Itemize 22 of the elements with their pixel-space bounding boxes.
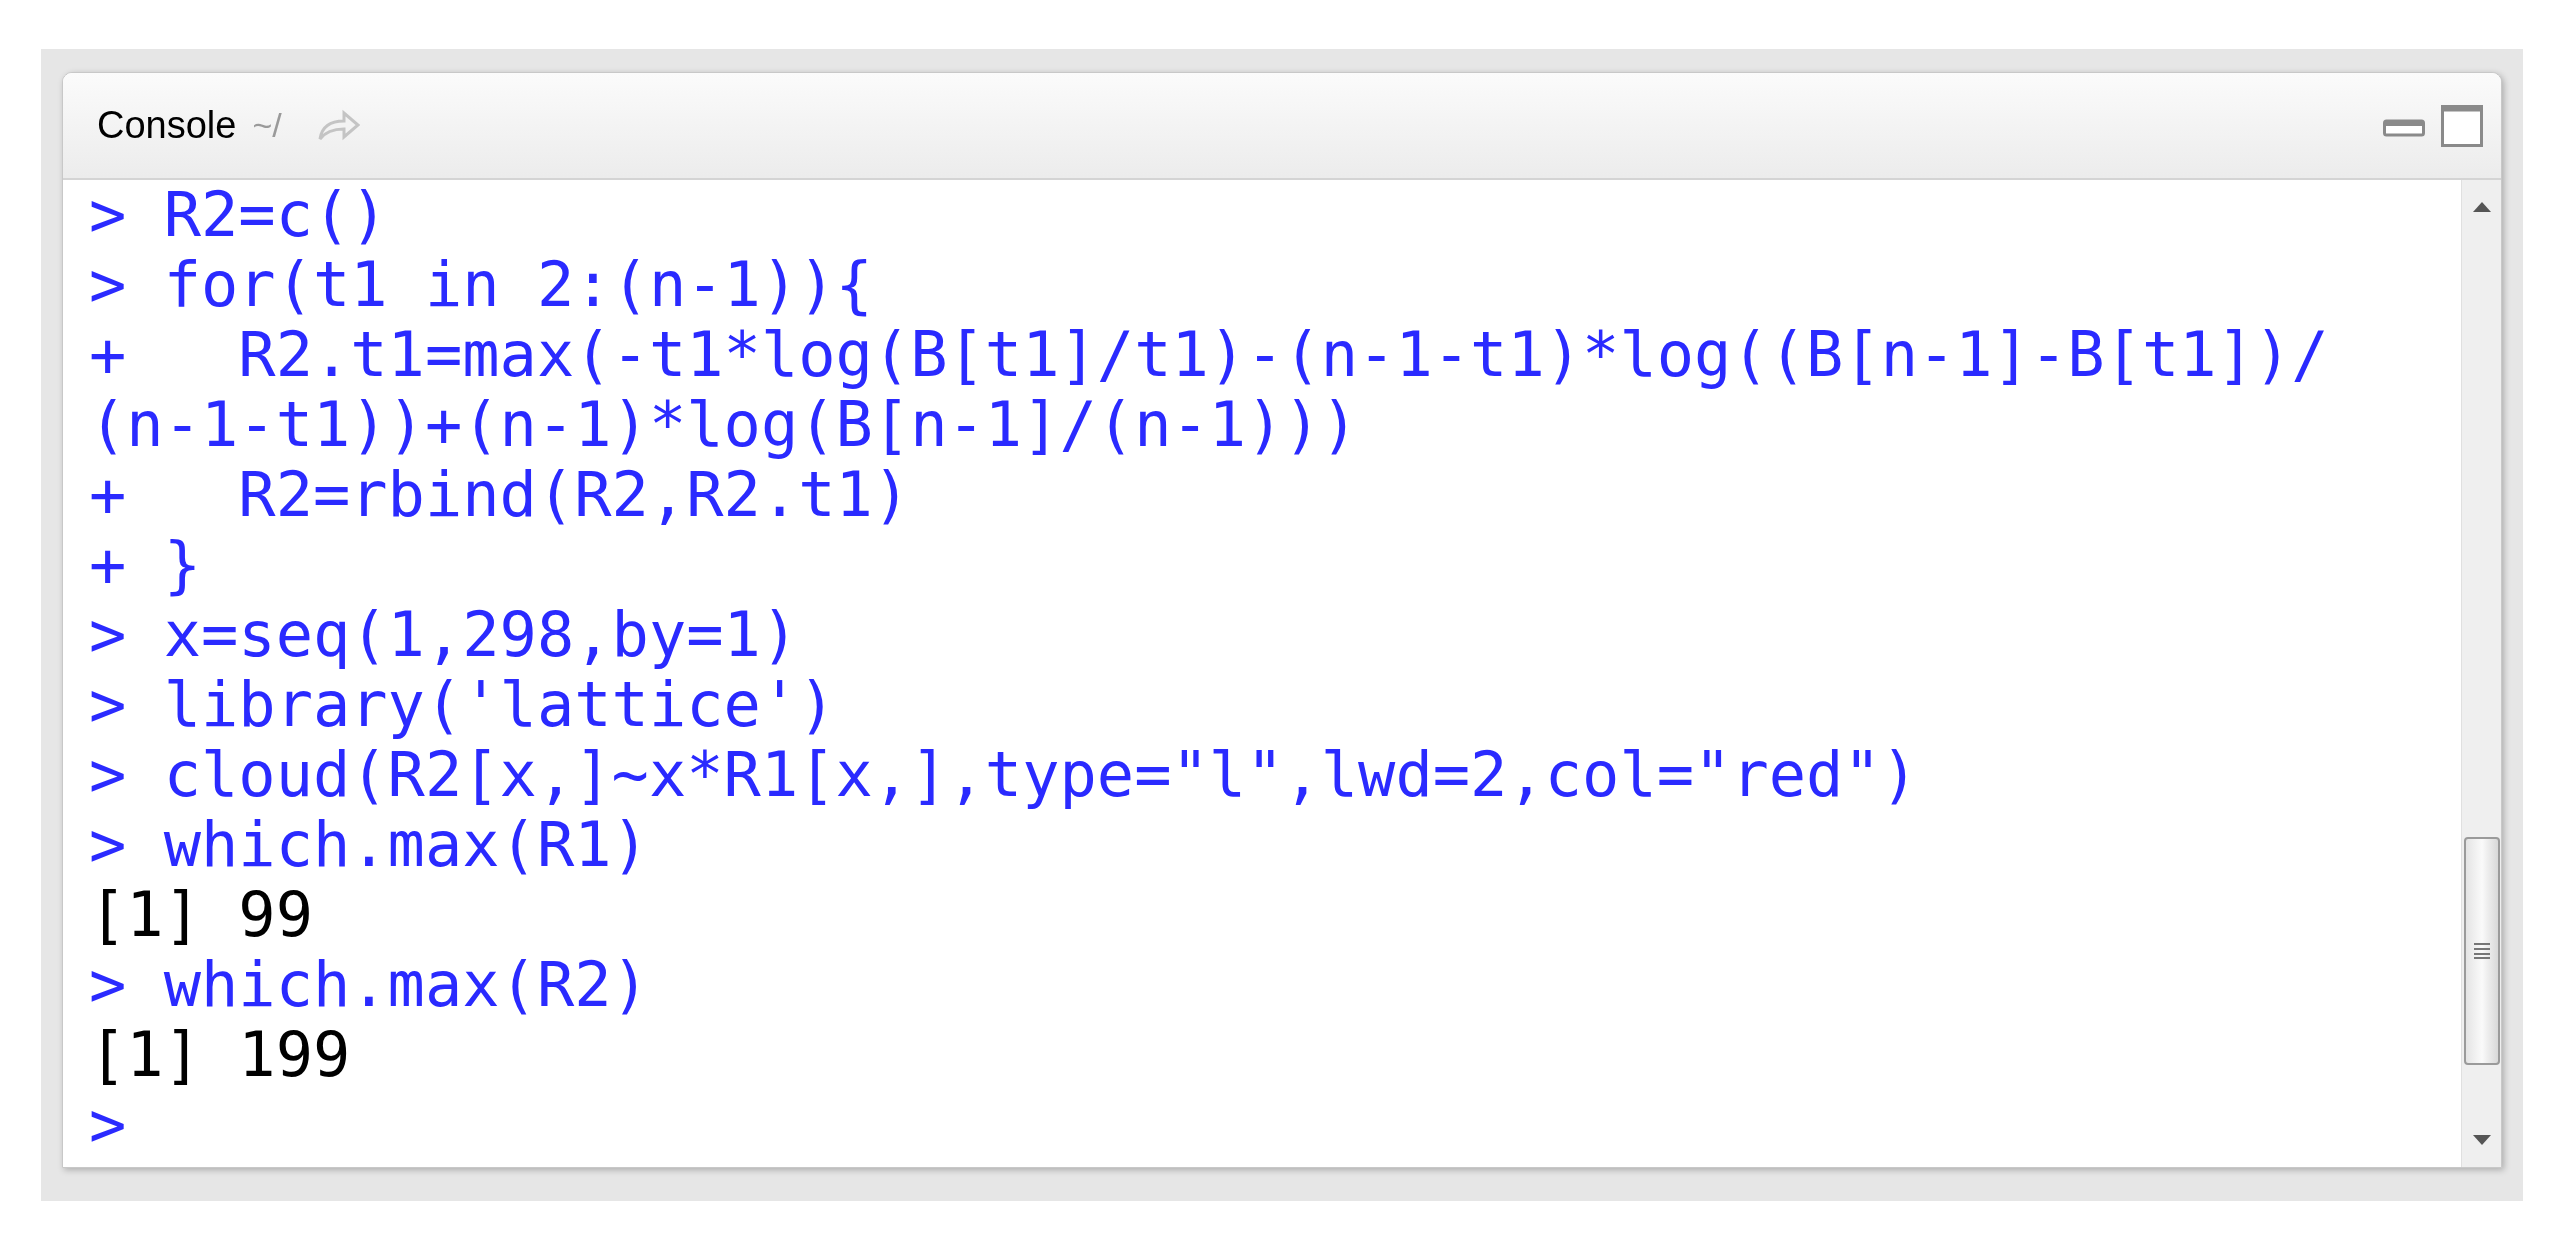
scroll-down-icon[interactable] <box>2472 1135 2491 1145</box>
command-text: > which.max(R1) <box>89 810 649 880</box>
maximize-icon[interactable] <box>2441 104 2483 147</box>
scroll-up-icon[interactable] <box>2472 202 2491 212</box>
output-text: [1] 99 <box>89 880 313 950</box>
command-text: > x=seq(1,298,by=1) <box>89 600 799 670</box>
command-text: + } <box>89 530 201 600</box>
command-text: > which.max(R2) <box>89 950 649 1020</box>
command-text: (n-1-t1))+(n-1)*log(B[n-1]/(n-1))) <box>89 390 1359 460</box>
command-text: > <box>89 1090 127 1160</box>
scrollbar[interactable] <box>2461 180 2501 1167</box>
scrollbar-thumb[interactable] <box>2463 837 2500 1065</box>
pane-title[interactable]: Console <box>97 97 237 154</box>
command-text: > library('lattice') <box>89 670 836 740</box>
command-text: > R2=c() <box>89 180 388 250</box>
command-text: + R2=rbind(R2,R2.t1) <box>89 460 911 530</box>
output-text: [1] 199 <box>89 1020 351 1090</box>
command-text: + R2.t1=max(-t1*log(B[t1]/t1)-(n-1-t1)*log((B[n-1]-B[t1])/ <box>89 320 2329 390</box>
command-text: > cloud(R2[x,]~x*R1[x,],type="l",lwd=2,col="red") <box>89 740 1919 810</box>
command-text: > for(t1 in 2:(n-1)){ <box>89 250 873 320</box>
working-directory: ~/ <box>252 105 282 146</box>
grip-icon <box>2473 942 2490 960</box>
